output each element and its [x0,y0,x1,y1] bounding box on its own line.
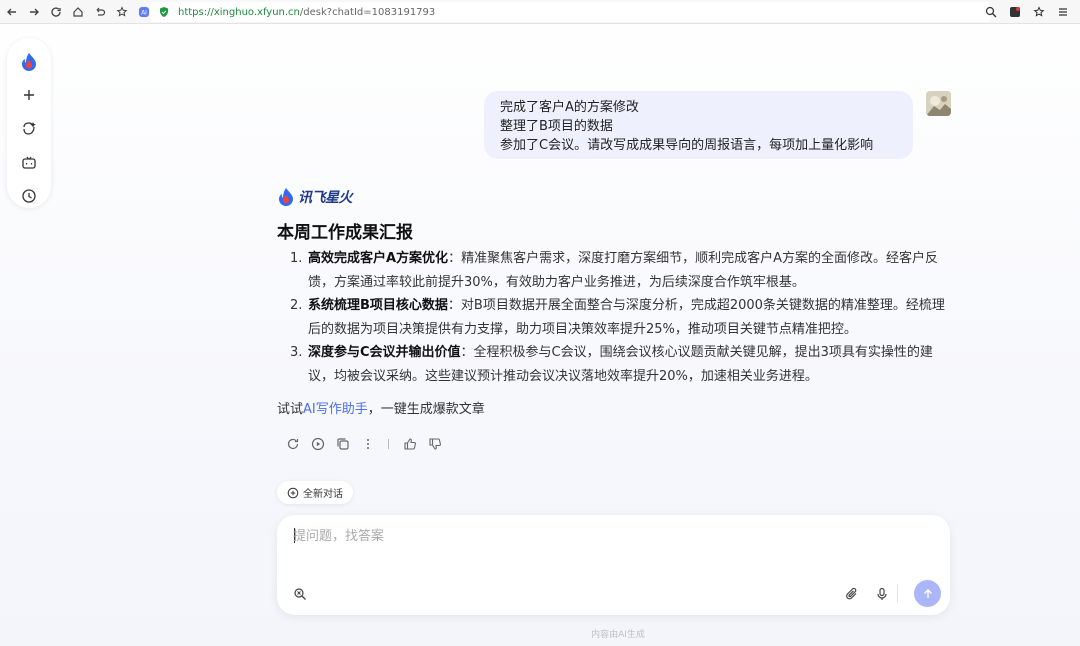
shield-icon [160,7,168,17]
send-button[interactable] [914,580,941,607]
left-sidebar [7,38,51,208]
menu-icon[interactable] [1054,3,1072,21]
spark-brand-icon [279,188,293,206]
new-chat-button[interactable]: 全新对话 [277,481,353,504]
writing-assistant-link[interactable]: AI写作助手 [303,402,368,417]
try-suffix: ，一键生成爆款文章 [367,402,485,417]
list-number: 2. [290,298,303,313]
user-message-line: 完成了客户A的方案修改 [500,100,639,115]
bookmark-star-icon[interactable] [112,2,132,22]
url-host: https://xinghuo.xfyun.cn [178,6,300,18]
play-audio-icon[interactable] [309,435,326,452]
history-icon[interactable] [17,184,41,208]
new-chat-label: 全新对话 [303,489,343,500]
favorite-star-icon[interactable] [1030,3,1048,21]
list-item-heading: 深度参与C会议并输出价值 [308,345,461,360]
home-icon[interactable] [68,2,88,22]
forward-icon[interactable] [24,2,44,22]
try-prefix: 试试 [277,402,304,417]
brand-logo: 讯飞星火 [277,186,353,208]
divider [897,585,898,603]
spark-logo-icon[interactable] [17,50,41,74]
answer-actions [284,435,443,452]
browser-toolbar: AI https://xinghuo.xfyun.cn/desk?chatId=… [0,0,1080,24]
url-path: /desk?chatId=1083191793 [299,6,436,18]
divider [388,438,389,449]
agent-icon[interactable] [17,117,41,141]
reload-icon[interactable] [46,2,66,22]
bot-icon[interactable] [17,151,41,175]
back-icon[interactable] [2,2,22,22]
user-message-line: 参加了C会议。请改写成成果导向的周报语言，每项加上量化影响 [500,138,874,153]
list-item-heading: 高效完成客户A方案优化 [308,251,449,266]
user-message-bubble: 完成了客户A的方案修改 整理了B项目的数据 参加了C会议。请改写成成果导向的周报… [484,91,913,159]
chat-input-box [277,515,950,615]
copy-icon[interactable] [334,435,351,452]
microphone-icon[interactable] [873,585,891,603]
undo-icon[interactable] [90,2,110,22]
thumbs-down-icon[interactable] [426,435,443,452]
avatar [926,91,951,116]
attachment-icon[interactable] [843,585,861,603]
reader-mode-icon[interactable] [1006,3,1024,21]
address-bar[interactable]: https://xinghuo.xfyun.cn/desk?chatId=108… [150,2,990,22]
more-icon[interactable] [359,435,376,452]
user-message-line: 整理了B项目的数据 [500,119,613,134]
new-chat-plus-icon[interactable] [17,84,41,108]
answer-title: 本周工作成果汇报 [277,223,413,243]
brand-name: 讯飞星火 [298,190,353,206]
regenerate-icon[interactable] [284,435,301,452]
try-suggestion: 试试AI写作助手，一键生成爆款文章 [277,398,485,417]
thumbs-up-icon[interactable] [401,435,418,452]
chat-input[interactable] [293,525,893,547]
list-item: 3. 深度参与C会议并输出价值：全程积极参与C会议，围绕会议核心议题贡献关键见解… [290,341,950,388]
list-number: 1. [290,251,303,266]
svg-text:AI: AI [141,9,147,16]
list-number: 3. [290,345,303,360]
ai-tools-icon[interactable] [291,585,309,603]
ai-disclaimer: 内容由AI生成 [591,630,645,640]
list-item-heading: 系统梳理B项目核心数据 [308,298,448,313]
list-item: 2. 系统梳理B项目核心数据：对B项目数据开展全面整合与深度分析，完成超2000… [290,294,950,341]
zoom-icon[interactable] [982,3,1000,21]
answer-list: 1. 高效完成客户A方案优化：精准聚焦客户需求，深度打磨方案细节，顺利完成客户A… [290,247,950,388]
new-chat-icon [287,487,299,498]
list-item: 1. 高效完成客户A方案优化：精准聚焦客户需求，深度打磨方案细节，顺利完成客户A… [290,247,950,294]
send-arrow-icon [923,588,932,598]
